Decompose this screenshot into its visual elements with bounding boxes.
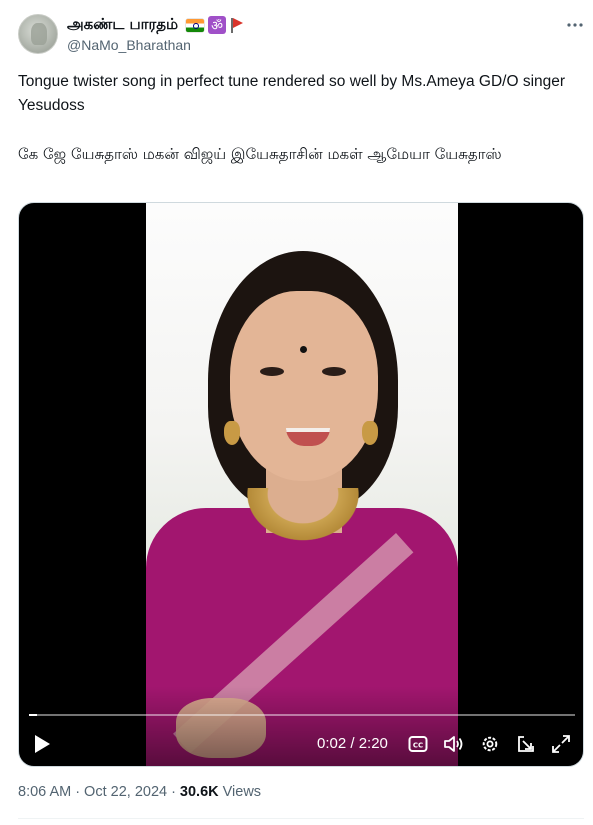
tweet-meta: 8:06 AM · Oct 22, 2024 · 30.6K Views xyxy=(18,784,261,800)
video-progress-fill xyxy=(29,714,37,716)
views-count: 30.6K xyxy=(179,784,219,800)
volume-icon[interactable] xyxy=(443,733,465,755)
red-pennant-icon xyxy=(230,17,244,33)
video-progress-bar[interactable] xyxy=(29,714,575,716)
tweet-text-english: Tongue twister song in perfect tune rend… xyxy=(18,73,566,114)
author-name-row[interactable]: அகண்ட பாரதம் ॐ xyxy=(67,14,244,36)
author-handle[interactable]: @NaMo_Bharathan xyxy=(67,37,191,53)
video-time: 0:02 / 2:20 xyxy=(317,735,388,752)
captions-icon[interactable]: CC xyxy=(407,733,429,755)
author-display-name[interactable]: அகண்ட பாரதம் xyxy=(67,15,178,35)
fullscreen-icon[interactable] xyxy=(550,733,572,755)
tweet-time[interactable]: 8:06 AM xyxy=(18,784,71,800)
divider xyxy=(18,818,584,819)
pop-out-icon[interactable] xyxy=(515,733,537,755)
video-player[interactable]: 0:02 / 2:20 CC xyxy=(18,202,584,767)
video-frame[interactable] xyxy=(146,203,458,766)
avatar[interactable] xyxy=(18,14,58,54)
settings-icon[interactable] xyxy=(479,733,501,755)
svg-text:CC: CC xyxy=(413,742,423,750)
meta-separator: · xyxy=(75,784,81,800)
meta-separator: · xyxy=(171,784,176,800)
more-options-icon[interactable] xyxy=(564,14,586,36)
tweet-text-tamil: கே ஜே யேசுதாஸ் மகன் விஜய் இயேசுதாசின் மக… xyxy=(18,145,502,163)
play-icon[interactable] xyxy=(32,733,52,755)
views-label: Views xyxy=(222,784,262,800)
om-icon: ॐ xyxy=(208,16,227,34)
tweet-date[interactable]: Oct 22, 2024 xyxy=(84,784,167,800)
tweet-card: அகண்ட பாரதம் ॐ @NaMo_Bharathan Tongue tw… xyxy=(0,0,593,825)
india-flag-icon xyxy=(186,18,205,32)
